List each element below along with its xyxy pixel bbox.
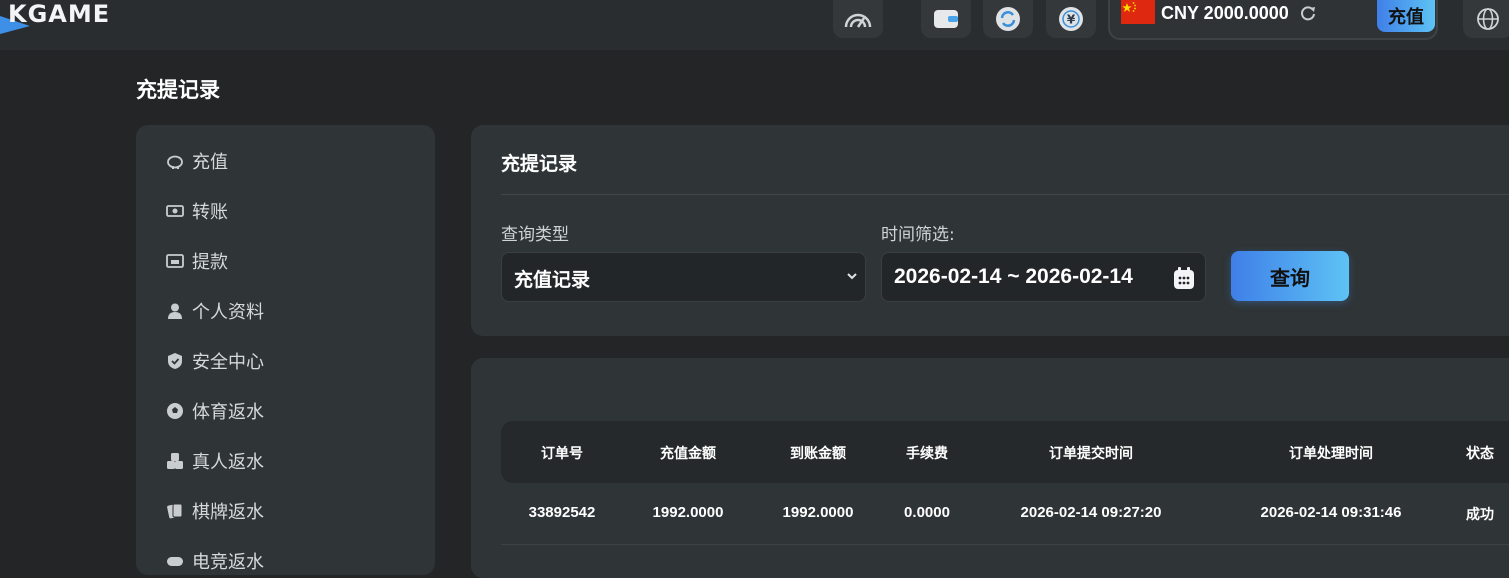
sidebar-item-label: 提款: [192, 252, 228, 273]
top-bar: KGAME ¥ CNY 2000.0000 充值: [0, 0, 1509, 50]
sync-button[interactable]: [983, 0, 1033, 38]
money-icon: [166, 202, 184, 220]
sidebar-item-label: 充值: [192, 152, 228, 173]
recharge-button[interactable]: 充值: [1377, 0, 1435, 32]
sidebar-item-transfer[interactable]: 转账: [166, 199, 228, 223]
query-type-label: 查询类型: [501, 225, 569, 245]
china-flag-icon: [1121, 0, 1155, 24]
cell-credited-amount: 1992.0000: [782, 504, 854, 521]
date-range-input[interactable]: 2026-02-14 ~ 2026-02-14: [881, 252, 1206, 302]
sidebar-item-live-rebate[interactable]: 真人返水: [166, 449, 264, 473]
sidebar-item-label: 个人资料: [192, 302, 264, 323]
sidebar-item-sports-rebate[interactable]: 体育返水: [166, 399, 264, 423]
wallet-button[interactable]: [921, 0, 971, 38]
cell-fee: 0.0000: [904, 504, 950, 521]
cell-submit-time: 2026-02-14 09:27:20: [1020, 504, 1162, 521]
calendar-icon[interactable]: [1173, 266, 1195, 290]
sidebar-item-cards-rebate[interactable]: 棋牌返水: [166, 499, 264, 523]
divider: [501, 194, 1509, 195]
sidebar-item-label: 安全中心: [192, 352, 264, 373]
logo[interactable]: KGAME: [0, 0, 160, 34]
query-type-select[interactable]: 充值记录: [501, 252, 866, 302]
date-range-value: 2026-02-14 ~ 2026-02-14: [894, 265, 1133, 288]
sidebar: 充值 转账 提款 个人资料 安全中心 体育返水 真人返水 棋牌返水 电竞返水: [136, 125, 435, 575]
col-submit-time: 订单提交时间: [1049, 446, 1133, 462]
query-type-value: 充值记录: [514, 269, 591, 291]
gamepad-icon: [166, 552, 184, 570]
yen-icon: ¥: [1059, 7, 1083, 31]
records-panel: 订单号 充值金额 到账金额 手续费 订单提交时间 订单处理时间 状态 33892…: [471, 358, 1509, 578]
speed-button[interactable]: [833, 0, 883, 38]
filter-panel: 充提记录 查询类型 时间筛选: 充值记录 2026-02-14 ~ 2026-0…: [471, 125, 1509, 336]
balance-amount: CNY 2000.0000: [1161, 3, 1289, 23]
cell-recharge-amount: 1992.0000: [652, 504, 724, 521]
chevron-down-icon: [847, 273, 857, 280]
col-order-no: 订单号: [541, 446, 583, 462]
sidebar-item-label: 转账: [192, 202, 228, 223]
col-credited-amount: 到账金额: [790, 446, 846, 462]
sidebar-item-label: 棋牌返水: [192, 502, 264, 523]
sidebar-item-withdraw[interactable]: 提款: [166, 249, 228, 273]
sidebar-item-security[interactable]: 安全中心: [166, 349, 264, 373]
time-filter-label: 时间筛选:: [881, 225, 955, 245]
cell-status: 成功: [1466, 507, 1494, 523]
yen-button[interactable]: ¥: [1046, 0, 1096, 38]
sync-icon: [996, 7, 1020, 31]
sidebar-item-label: 体育返水: [192, 402, 264, 423]
filter-panel-title: 充提记录: [501, 153, 578, 175]
cell-process-time: 2026-02-14 09:31:46: [1260, 504, 1402, 521]
refresh-icon[interactable]: [1299, 4, 1317, 22]
sidebar-item-profile[interactable]: 个人资料: [166, 299, 264, 323]
user-icon: [166, 302, 184, 320]
shield-icon: [166, 352, 184, 370]
speed-icon: [844, 13, 872, 28]
col-recharge-amount: 充值金额: [660, 446, 716, 462]
table-header: 订单号 充值金额 到账金额 手续费 订单提交时间 订单处理时间 状态: [501, 421, 1509, 483]
col-status: 状态: [1466, 446, 1494, 462]
svg-text:¥: ¥: [1067, 13, 1076, 27]
dice-icon: [166, 452, 184, 470]
table-row: 33892542 1992.0000 1992.0000 0.0000 2026…: [501, 483, 1509, 545]
sidebar-item-esports-rebate[interactable]: 电竞返水: [166, 549, 264, 573]
logo-text: KGAME: [8, 0, 111, 28]
sidebar-item-label: 电竞返水: [192, 552, 264, 573]
cell-order-no: 33892542: [528, 504, 596, 521]
page-title: 充提记录: [136, 78, 220, 102]
sidebar-item-label: 真人返水: [192, 452, 264, 473]
globe-icon: [1477, 8, 1499, 30]
query-button[interactable]: 查询: [1231, 251, 1349, 301]
col-fee: 手续费: [906, 446, 948, 462]
wallet-icon: [934, 10, 958, 28]
cash-register-icon: [166, 252, 184, 270]
piggy-bank-icon: [166, 152, 184, 170]
balance-box: CNY 2000.0000 充值: [1108, 0, 1438, 40]
language-button[interactable]: [1463, 0, 1509, 38]
sidebar-item-recharge[interactable]: 充值: [166, 149, 228, 173]
col-process-time: 订单处理时间: [1289, 446, 1373, 462]
soccer-ball-icon: [166, 402, 184, 420]
cards-icon: [166, 502, 184, 520]
